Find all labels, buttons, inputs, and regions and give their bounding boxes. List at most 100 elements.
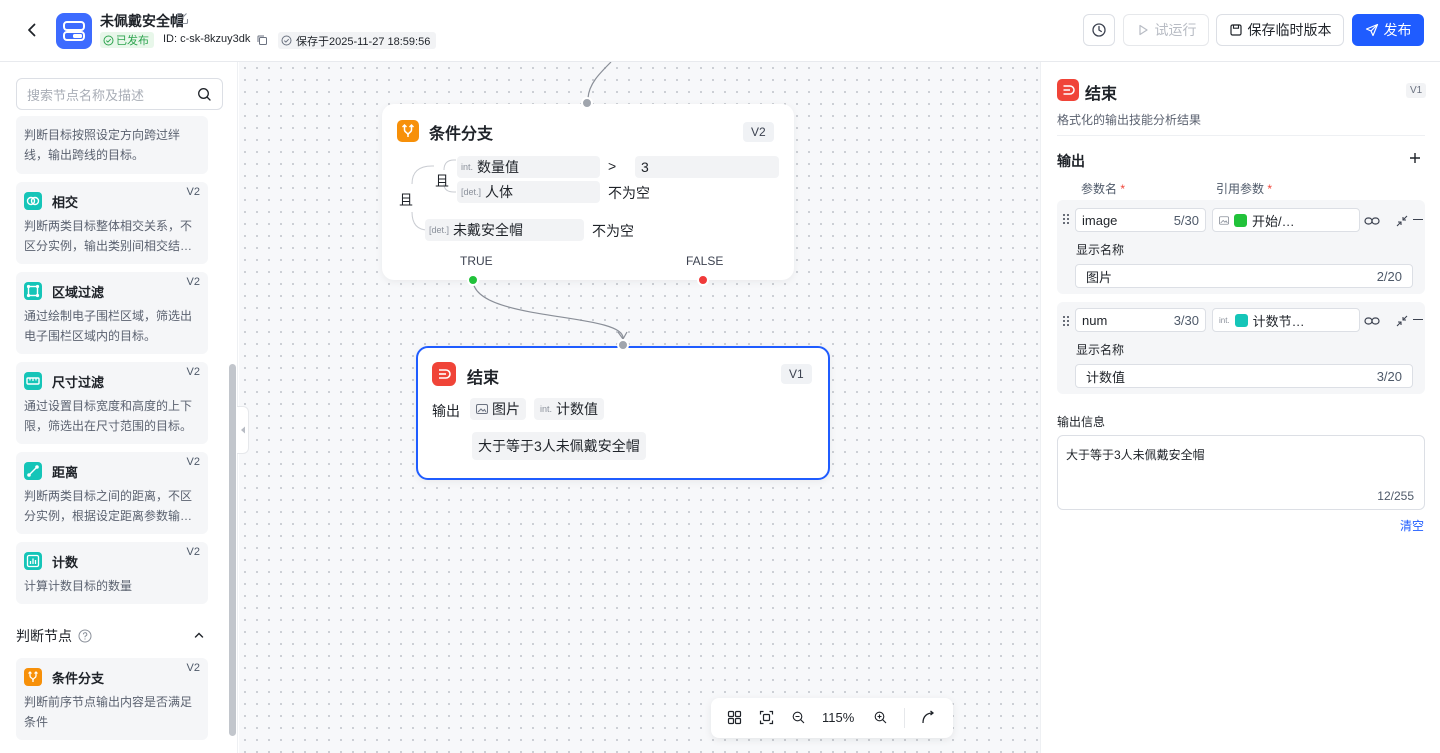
collapse-sidebar-handle[interactable] — [237, 406, 249, 454]
history-icon — [1092, 23, 1106, 37]
search-icon[interactable] — [197, 87, 212, 102]
output-message: 大于等于3人未佩戴安全帽 — [472, 432, 646, 460]
zoom-in-icon[interactable] — [874, 711, 887, 729]
edge-style-icon[interactable] — [921, 710, 936, 730]
condition-field-chip[interactable]: [det.] 未戴安全帽 — [425, 219, 584, 241]
node-desc: 判断两类目标之间的距离，不区分实例，根据设定距离参数输… — [24, 489, 193, 523]
test-run-button[interactable]: 试运行 — [1123, 14, 1209, 46]
node-card-region-filter[interactable]: 区域过滤 V2 通过绘制电子围栏区域，筛选出电子围栏区域内的目标。 — [16, 272, 208, 354]
type-tag: [det.] — [461, 187, 482, 197]
node-card-size-filter[interactable]: 尺寸过滤 V2 通过设置目标宽度和高度的上下限，筛选出在尺寸范围的目标。 — [16, 362, 208, 444]
param-name-header: 参数名 * — [1081, 180, 1125, 197]
condition-field-chip[interactable]: int. 数量值 — [457, 156, 600, 178]
layout-grid-icon[interactable] — [727, 710, 742, 730]
link-icon[interactable] — [1364, 214, 1380, 232]
node-card-tripwire[interactable]: 判断目标按照设定方向跨过绊线，输出跨线的目标。 — [16, 116, 208, 174]
toolbar-divider — [904, 708, 905, 728]
caret-left-icon — [240, 426, 245, 434]
end-icon — [432, 362, 456, 386]
image-icon — [476, 404, 488, 414]
image-icon — [1219, 215, 1229, 225]
sidebar-scrollbar[interactable] — [229, 364, 236, 736]
drag-handle-icon[interactable] — [1062, 212, 1070, 230]
display-name-label: 显示名称 — [1076, 343, 1125, 357]
save-temp-label: 保存临时版本 — [1247, 22, 1332, 38]
param-name-input[interactable]: num 3/30 — [1075, 308, 1206, 332]
char-count: 5/30 — [1173, 212, 1199, 228]
true-output-port[interactable] — [467, 274, 479, 286]
ref-value: 计数节… — [1252, 313, 1305, 329]
output-name: 图片 — [492, 401, 520, 417]
output-info-value: 大于等于3人未佩戴安全帽 — [1066, 448, 1205, 462]
end-input-port[interactable] — [617, 339, 629, 351]
remove-icon[interactable] — [1413, 219, 1423, 221]
operator: 不为空 — [608, 185, 650, 201]
field-name: 未戴安全帽 — [453, 222, 524, 238]
publish-label: 发布 — [1383, 22, 1412, 38]
param-name-input[interactable]: image 5/30 — [1075, 208, 1206, 232]
output-info-label: 输出信息 — [1057, 415, 1106, 429]
ruler-icon — [24, 372, 42, 390]
display-name-label: 显示名称 — [1076, 243, 1125, 257]
node-name: 相交 — [52, 195, 79, 210]
remove-icon[interactable] — [1413, 319, 1423, 321]
test-run-label: 试运行 — [1154, 22, 1197, 38]
save-temp-version-button[interactable]: 保存临时版本 — [1216, 14, 1344, 46]
condition-value-chip[interactable]: 3 — [635, 156, 779, 178]
zoom-out-icon[interactable] — [792, 711, 805, 729]
required-mark: * — [1117, 182, 1126, 196]
history-button[interactable] — [1083, 14, 1115, 46]
output-info-textarea[interactable]: 大于等于3人未佩戴安全帽 12/255 — [1057, 435, 1425, 510]
edge-true — [472, 279, 624, 339]
link-icon[interactable] — [1364, 314, 1380, 332]
status-text: 已发布 — [116, 35, 149, 47]
clear-button[interactable]: 清空 — [1400, 517, 1424, 534]
drag-handle-icon[interactable] — [1062, 314, 1070, 332]
output-chip-image: 图片 — [470, 398, 526, 420]
saved-at-text: 保存于2025-11-27 18:59:56 — [296, 35, 431, 48]
region-filter-icon — [24, 282, 42, 300]
node-search-input[interactable]: 搜索节点名称及描述 — [16, 78, 223, 110]
node-card-intersect[interactable]: 相交 V2 判断两类目标整体相交关系，不区分实例，输出类别间相交结… — [16, 182, 208, 264]
ref-param-select[interactable]: int. 计数节… — [1212, 308, 1360, 332]
false-output-port[interactable] — [697, 274, 709, 286]
collapse-icon[interactable] — [1396, 214, 1408, 232]
fit-view-icon[interactable] — [759, 710, 774, 730]
section-judge-nodes[interactable]: 判断节点 — [16, 626, 92, 646]
chevron-up-icon[interactable] — [193, 628, 205, 646]
workflow-canvas[interactable]: 条件分支 V2 且 且 int. 数量值 > 3 [det.] 人体 不为空 [… — [239, 62, 1040, 753]
collapse-icon[interactable] — [1396, 314, 1408, 332]
char-count: 3/20 — [1376, 368, 1402, 384]
copy-icon[interactable] — [256, 33, 268, 51]
display-name-value: 图片 — [1086, 269, 1113, 285]
help-icon[interactable] — [78, 629, 92, 643]
play-icon — [1138, 24, 1148, 36]
node-version: V2 — [186, 276, 200, 288]
node-card-distance[interactable]: 距离 V2 判断两类目标之间的距离，不区分实例，根据设定距离参数输… — [16, 452, 208, 534]
node-name: 条件分支 — [52, 671, 105, 686]
end-node[interactable]: 结束 V1 输出 图片 int. 计数值 大于等于3人未佩戴安全帽 — [416, 346, 830, 480]
display-name-input[interactable]: 图片 2/20 — [1075, 264, 1413, 288]
node-desc: 判断前序节点输出内容是否满足条件 — [24, 695, 193, 729]
input-port[interactable] — [581, 97, 593, 109]
edge-in — [587, 62, 612, 99]
divider — [1057, 135, 1425, 136]
publish-button[interactable]: 发布 — [1352, 14, 1424, 46]
status-badge: 已发布 — [100, 32, 154, 48]
app-id: ID: c-sk-8kzuy3dk — [163, 33, 251, 45]
node-card-count[interactable]: 计数 V2 计算计数目标的数量 — [16, 542, 208, 604]
node-desc: 通过设置目标宽度和高度的上下限，筛选出在尺寸范围的目标。 — [24, 399, 193, 433]
column-label: 引用参数 — [1216, 182, 1265, 196]
back-icon[interactable] — [20, 18, 44, 42]
ref-param-select[interactable]: 开始/… — [1212, 208, 1360, 232]
display-name-input[interactable]: 计数值 3/20 — [1075, 364, 1413, 388]
condition-field-chip[interactable]: [det.] 人体 — [457, 181, 600, 203]
add-icon[interactable] — [1408, 151, 1422, 170]
condition-branch-node[interactable]: 条件分支 V2 且 且 int. 数量值 > 3 [det.] 人体 不为空 [… — [382, 104, 794, 280]
char-count: 3/30 — [1173, 312, 1199, 328]
panel-version: V1 — [1406, 83, 1427, 98]
edit-title-icon[interactable] — [176, 12, 189, 30]
node-card-condition-branch[interactable]: 条件分支 V2 判断前序节点输出内容是否满足条件 — [16, 658, 208, 740]
node-desc: 计算计数目标的数量 — [24, 579, 133, 593]
distance-icon — [24, 462, 42, 480]
